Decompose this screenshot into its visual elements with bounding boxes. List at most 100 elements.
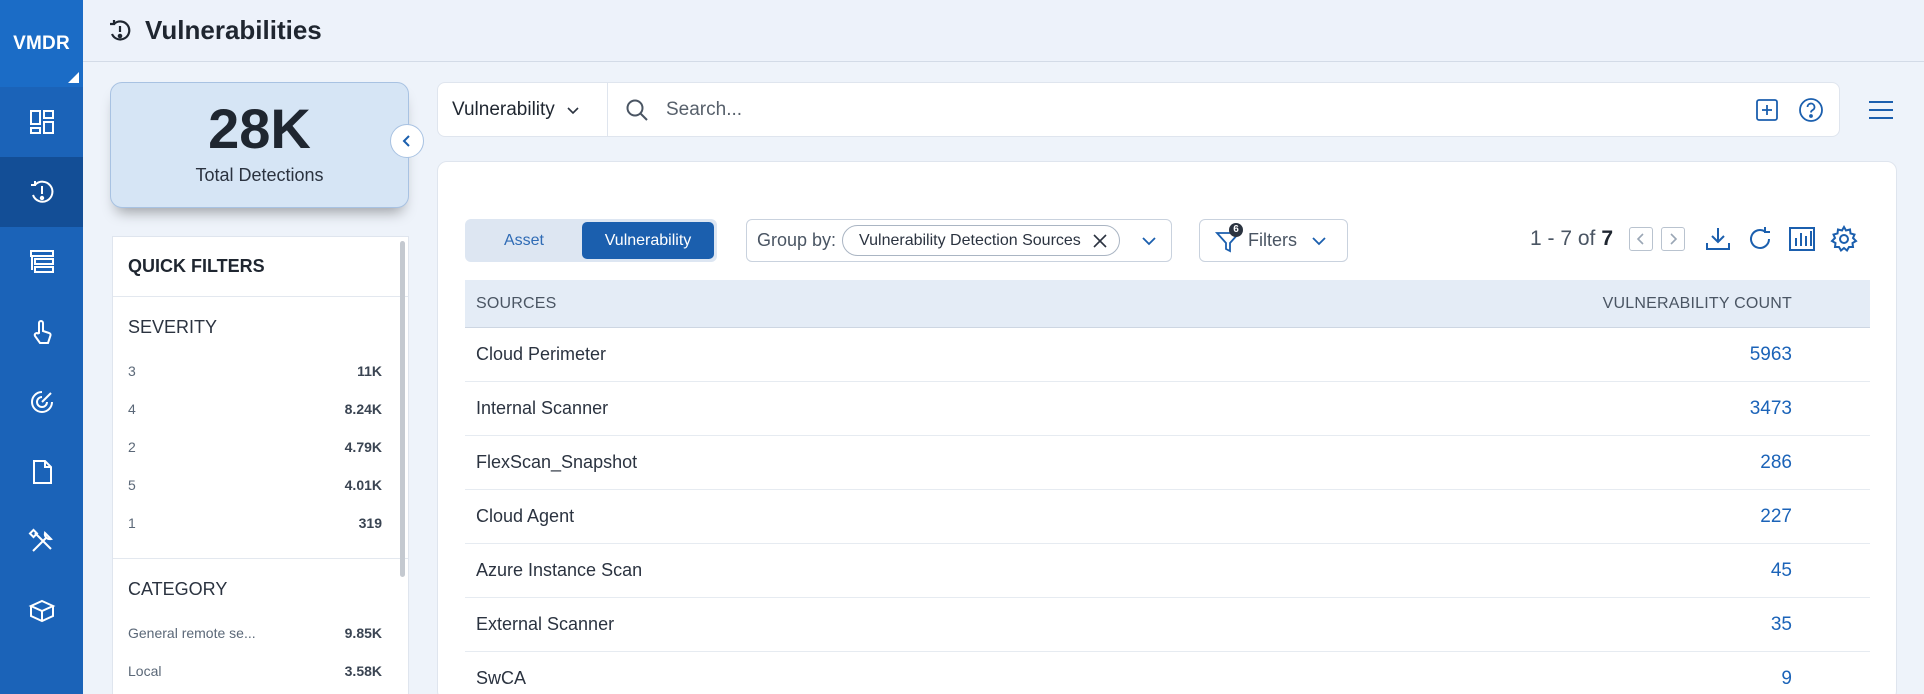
severity-count: 8.24K: [344, 401, 382, 417]
source-name: Internal Scanner: [476, 398, 609, 418]
source-name: Azure Instance Scan: [476, 560, 643, 580]
vulnerability-icon: [30, 180, 53, 203]
search-bar: Vulnerability: [437, 82, 1840, 137]
source-name: External Scanner: [476, 614, 615, 634]
rail-threats[interactable]: [0, 367, 83, 437]
page-title: Vulnerabilities: [145, 15, 322, 45]
rail-remediation[interactable]: [0, 297, 83, 367]
severity-row[interactable]: 5 4.01K: [128, 466, 382, 504]
severity-label: 2: [128, 439, 136, 455]
table-row[interactable]: SwCA 9: [465, 652, 1870, 694]
search-type-select[interactable]: Vulnerability: [438, 83, 608, 136]
column-header-count[interactable]: VULNERABILITY COUNT: [1603, 295, 1792, 313]
severity-count: 4.79K: [344, 439, 382, 455]
severity-count: 4.01K: [344, 477, 382, 493]
severity-count: 319: [358, 515, 382, 531]
vulnerability-count-link[interactable]: 45: [1771, 560, 1792, 582]
filters-label: Filters: [1248, 230, 1297, 250]
severity-row[interactable]: 1 319: [128, 504, 382, 542]
results-panel: Asset Vulnerability Group by: Vulnerabil…: [437, 161, 1897, 694]
severity-row[interactable]: 4 8.24K: [128, 390, 382, 428]
group-by-label: Group by:: [757, 230, 837, 250]
category-label: General remote se...: [128, 625, 256, 641]
next-page-button[interactable]: [1661, 227, 1686, 251]
filter-count-badge: 6: [1229, 222, 1243, 237]
search-type-value: Vulnerability: [452, 98, 555, 120]
table-row[interactable]: FlexScan_Snapshot 286: [465, 436, 1870, 490]
search-icon: [626, 99, 648, 121]
vulnerability-count-link[interactable]: 5963: [1750, 344, 1792, 366]
rail-tools[interactable]: [0, 507, 83, 577]
category-row[interactable]: General remote se... 9.85K: [128, 614, 382, 652]
chevron-right-icon: [1670, 233, 1678, 245]
group-by-control[interactable]: Group by: Vulnerability Detection Source…: [746, 219, 1172, 262]
collapse-panel-button[interactable]: [390, 124, 424, 158]
category-section: CATEGORY General remote se... 9.85K Local…: [113, 559, 408, 690]
help-icon[interactable]: [1797, 96, 1825, 124]
brand-corner-indicator: [68, 72, 79, 83]
quick-filters-panel: QUICK FILTERS SEVERITY 3 11K 4 8.24K 2 4.79…: [112, 236, 409, 694]
severity-row[interactable]: 3 11K: [128, 352, 382, 390]
category-row[interactable]: Local 3.58K: [128, 652, 382, 690]
left-rail: VMDR: [0, 0, 83, 694]
toggle-vulnerability[interactable]: Vulnerability: [582, 222, 714, 259]
group-by-chip-label: Vulnerability Detection Sources: [859, 231, 1081, 249]
toggle-asset[interactable]: Asset: [468, 222, 580, 259]
severity-row[interactable]: 2 4.79K: [128, 428, 382, 466]
table-row[interactable]: Azure Instance Scan 45: [465, 544, 1870, 598]
rail-dashboard[interactable]: [0, 87, 83, 157]
view-toggle: Asset Vulnerability: [465, 219, 717, 262]
source-name: Cloud Agent: [476, 506, 575, 526]
severity-label: 3: [128, 363, 136, 379]
source-name: FlexScan_Snapshot: [476, 452, 638, 472]
refresh-icon[interactable]: [1745, 224, 1775, 254]
severity-section: SEVERITY 3 11K 4 8.24K 2 4.79K 5 4.01K 1 319: [113, 297, 408, 542]
category-count: 9.85K: [344, 625, 382, 641]
vulnerability-count-link[interactable]: 227: [1760, 506, 1792, 528]
table-row[interactable]: External Scanner 35: [465, 598, 1870, 652]
vulnerability-count-link[interactable]: 35: [1771, 614, 1792, 636]
chart-view-icon[interactable]: [1787, 224, 1817, 254]
column-header-sources[interactable]: SOURCES: [476, 295, 557, 313]
chevron-down-icon: [1312, 236, 1326, 245]
list-layers-icon: [29, 250, 54, 273]
table-row[interactable]: Cloud Perimeter 5963: [465, 328, 1870, 382]
chevron-down-icon: [567, 106, 579, 114]
add-query-icon[interactable]: [1753, 96, 1781, 124]
settings-gear-icon[interactable]: [1829, 224, 1859, 254]
total-detections-label: Total Detections: [195, 165, 324, 185]
severity-label: 4: [128, 401, 136, 417]
group-by-chip: Vulnerability Detection Sources: [842, 225, 1120, 256]
quick-filters-scrollbar[interactable]: [400, 241, 405, 577]
quick-filters-title: QUICK FILTERS: [113, 237, 408, 297]
document-icon: [32, 460, 52, 484]
vulnerability-count-link[interactable]: 9: [1781, 668, 1792, 690]
vulnerability-count-link[interactable]: 286: [1760, 452, 1792, 474]
rail-assets[interactable]: [0, 577, 83, 647]
table-row[interactable]: Internal Scanner 3473: [465, 382, 1870, 436]
pagination-total: 7: [1601, 227, 1614, 250]
prev-page-button[interactable]: [1629, 227, 1654, 251]
filter-icon-wrap: 6: [1214, 222, 1243, 255]
search-input[interactable]: [666, 98, 1266, 121]
hamburger-menu-icon[interactable]: [1866, 95, 1896, 125]
download-icon[interactable]: [1703, 224, 1733, 254]
category-title: CATEGORY: [128, 579, 228, 599]
rail-prioritization[interactable]: [0, 227, 83, 297]
brand-menu[interactable]: VMDR: [0, 0, 83, 87]
severity-count: 11K: [357, 363, 382, 379]
total-detections-value: 28K: [208, 97, 311, 160]
rail-vulnerabilities[interactable]: [0, 157, 83, 227]
chevron-down-icon[interactable]: [1139, 231, 1159, 251]
table-header: SOURCES VULNERABILITY COUNT: [465, 280, 1870, 328]
source-name: Cloud Perimeter: [476, 344, 607, 364]
rail-reports[interactable]: [0, 437, 83, 507]
close-icon[interactable]: [1091, 232, 1109, 250]
category-count: 3.58K: [344, 663, 382, 679]
table-row[interactable]: Cloud Agent 227: [465, 490, 1870, 544]
vulnerability-count-link[interactable]: 3473: [1750, 398, 1792, 420]
source-name: SwCA: [476, 668, 527, 688]
filters-button[interactable]: 6 Filters: [1199, 219, 1348, 262]
search-actions: [1753, 96, 1839, 124]
chevron-left-icon: [1636, 233, 1644, 245]
